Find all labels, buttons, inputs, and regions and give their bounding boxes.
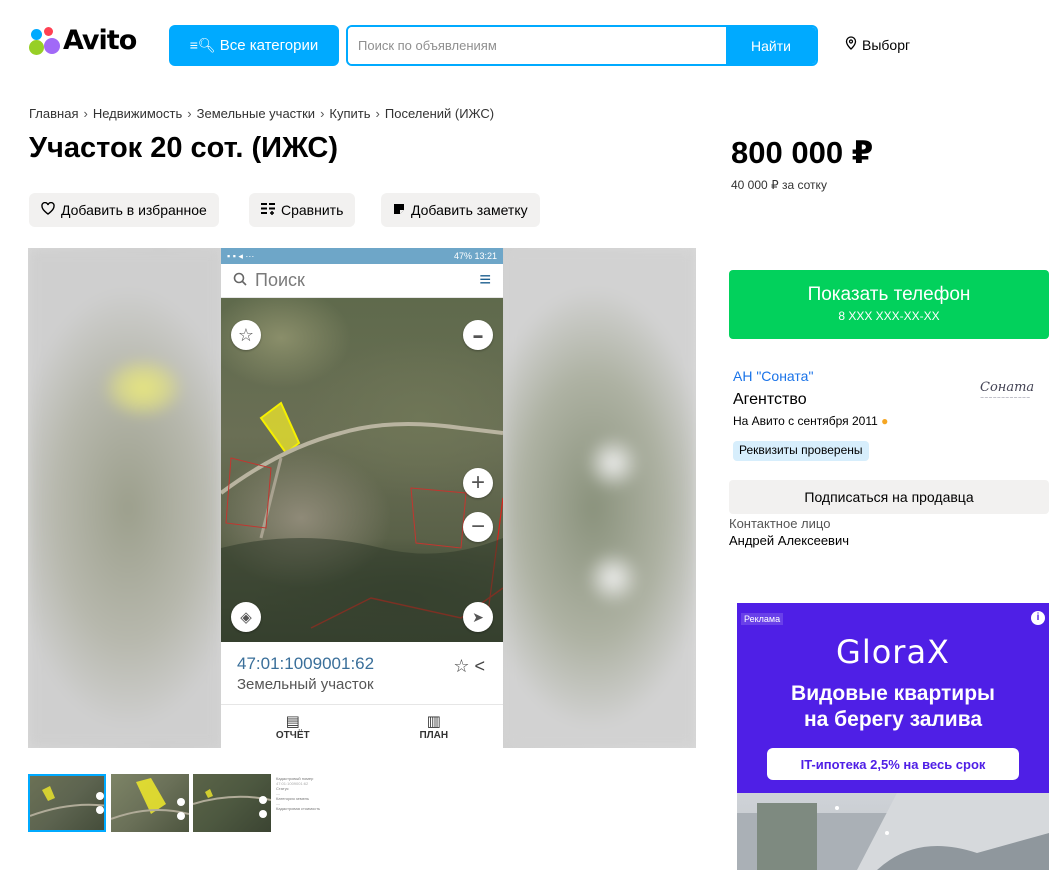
show-phone-button[interactable]: Показать телефон 8 XXX XXX-XX-XX (729, 270, 1049, 339)
location-label: Выборг (862, 36, 911, 53)
favorites-label: Добавить в избранное (61, 202, 207, 218)
breadcrumb-item-buy[interactable]: Купить (329, 106, 370, 121)
all-categories-button[interactable]: ≡🔍︎ Все категории (169, 25, 339, 66)
plan-map-icon: ▥ (426, 713, 441, 730)
compare-button[interactable]: Сравнить (249, 193, 356, 227)
add-to-favorites-button[interactable]: Добавить в избранное (29, 193, 219, 227)
contact-person-label: Контактное лицо (729, 516, 831, 531)
map-zoom-out-icon: − (463, 512, 493, 542)
medal-icon: ● (881, 414, 889, 428)
phone-status-icons: ▪ ▪ ◂ ··· (227, 250, 255, 261)
map-star-icon: ☆ (231, 320, 261, 350)
breadcrumb-separator: › (187, 106, 192, 121)
seller-logo[interactable]: Соната ~~~~~~~~~~~~ (980, 380, 1049, 420)
logo-dots-icon (29, 26, 61, 55)
map-ruler-icon: ▬ (463, 320, 493, 350)
phone-tab-report: ▤ ОТЧЁТ (276, 712, 310, 741)
all-categories-label: Все категории (219, 37, 319, 54)
contact-person-name: Андрей Алексеевич (729, 533, 849, 548)
thumb-map-image (111, 778, 189, 820)
gallery-blur-left (28, 248, 221, 748)
search-bar: Найти (346, 25, 818, 66)
ad-headline-line-2: на берегу залива (803, 708, 983, 731)
phone-status-right: 47% 13:21 (453, 251, 497, 261)
seller-since: На Авито с сентября 2011 ● (733, 414, 888, 428)
breadcrumb-separator: › (83, 106, 88, 121)
categories-search-icon: ≡🔍︎ (189, 37, 216, 53)
ad-info-icon[interactable]: i (1031, 611, 1045, 625)
thumb-map-image (30, 786, 104, 817)
cadastral-number: 47:01:1009001:62 (237, 654, 375, 673)
ad-label: Реклама (741, 613, 784, 625)
avito-logo[interactable]: Avito (29, 25, 137, 56)
location-pin-icon (845, 36, 857, 53)
report-icon: ▤ (285, 713, 300, 730)
breadcrumb-item-izhs[interactable]: Поселений (ИЖС) (385, 106, 494, 121)
gallery-thumbnail[interactable] (111, 774, 189, 832)
price-per-sotka: 40 000 ₽ за сотку (731, 178, 827, 192)
seller-logo-text: Соната (980, 380, 1035, 395)
ad-building-image (737, 793, 1049, 870)
map-overlay (221, 401, 503, 642)
seller-name-link[interactable]: АН "Соната" (733, 368, 813, 384)
gallery-thumbnail[interactable] (28, 774, 106, 832)
phone-menu-icon: ≡ (479, 269, 491, 291)
location-selector[interactable]: Выборг (845, 36, 910, 53)
ad-cta[interactable]: IT-ипотека 2,5% на весь срок (767, 748, 1019, 780)
phone-search-text: Поиск (255, 270, 305, 290)
phone-tab-plan-label: ПЛАН (419, 730, 449, 741)
note-icon (393, 202, 405, 218)
map-navigate-icon: ➤ (463, 602, 493, 632)
phone-tab-report-label: ОТЧЁТ (275, 730, 310, 741)
satellite-map: ☆ ▬ + − ◈ ➤ (221, 298, 503, 642)
phone-tab-plan: ▥ ПЛАН (419, 712, 448, 741)
heart-icon (41, 201, 55, 218)
object-type: Земельный участок (237, 676, 374, 693)
search-button[interactable]: Найти (726, 27, 816, 64)
breadcrumb: Главная › Недвижимость › Земельные участ… (29, 106, 494, 121)
phone-search-icon (233, 272, 247, 290)
show-phone-label: Показать телефон (807, 284, 971, 305)
page-title: Участок 20 сот. (ИЖС) (29, 132, 339, 164)
phone-star-share-icons: ☆ < (453, 656, 485, 676)
seller-logo-tagline: ~~~~~~~~~~~~ (980, 395, 1031, 401)
breadcrumb-separator: › (375, 106, 380, 121)
subscribe-seller-button[interactable]: Подписаться на продавца (729, 480, 1049, 514)
phone-search-bar: Поиск ≡ (221, 264, 503, 298)
breadcrumb-item-home[interactable]: Главная (29, 106, 78, 121)
ad-building-photo (737, 793, 1049, 870)
thumb-doc-line: Кадастровая стоимость (276, 806, 321, 811)
add-note-button[interactable]: Добавить заметку (381, 193, 540, 227)
breadcrumb-item-realty[interactable]: Недвижимость (93, 106, 182, 121)
photo-gallery[interactable]: ▪ ▪ ◂ ··· 47% 13:21 Поиск ≡ ☆ ▬ + − ◈ ➤ … (28, 248, 696, 748)
price: 800 000 ₽ (731, 135, 874, 170)
verified-badge: Реквизиты проверены (733, 441, 869, 461)
compare-label: Сравнить (281, 202, 344, 218)
phone-mask: 8 XXX XXX-XX-XX (838, 309, 940, 323)
seller-type: Агентство (733, 391, 807, 408)
ad-brand: GloraX (836, 633, 950, 671)
gallery-main-photo: ▪ ▪ ◂ ··· 47% 13:21 Поиск ≡ ☆ ▬ + − ◈ ➤ … (221, 248, 503, 748)
map-zoom-in-icon: + (463, 468, 493, 498)
thumb-map-image (193, 789, 271, 818)
phone-tabs: ▤ ОТЧЁТ ▥ ПЛАН (221, 704, 503, 748)
search-input[interactable] (348, 27, 726, 64)
breadcrumb-item-land[interactable]: Земельные участки (197, 106, 315, 121)
ad-headline-line-1: Видовые квартиры (791, 682, 995, 705)
phone-status-bar: ▪ ▪ ◂ ··· 47% 13:21 (221, 248, 503, 264)
gallery-thumbnail[interactable] (193, 774, 271, 832)
ad-banner[interactable]: Реклама i GloraX Видовые квартиры на бер… (737, 603, 1049, 870)
note-label: Добавить заметку (411, 202, 528, 218)
gallery-thumbnail-document[interactable]: Кадастровый номер 47:01:1009001:62 Стату… (272, 774, 362, 832)
logo-text: Avito (63, 25, 137, 56)
gallery-blur-right (503, 248, 696, 748)
breadcrumb-separator: › (320, 106, 325, 121)
ad-headline: Видовые квартиры на берегу залива (737, 681, 1049, 733)
seller-since-text: На Авито с сентября 2011 (733, 414, 878, 428)
map-layers-icon: ◈ (231, 602, 261, 632)
phone-info-panel: 47:01:1009001:62 Земельный участок ☆ < (221, 642, 503, 704)
compare-icon (261, 202, 275, 218)
